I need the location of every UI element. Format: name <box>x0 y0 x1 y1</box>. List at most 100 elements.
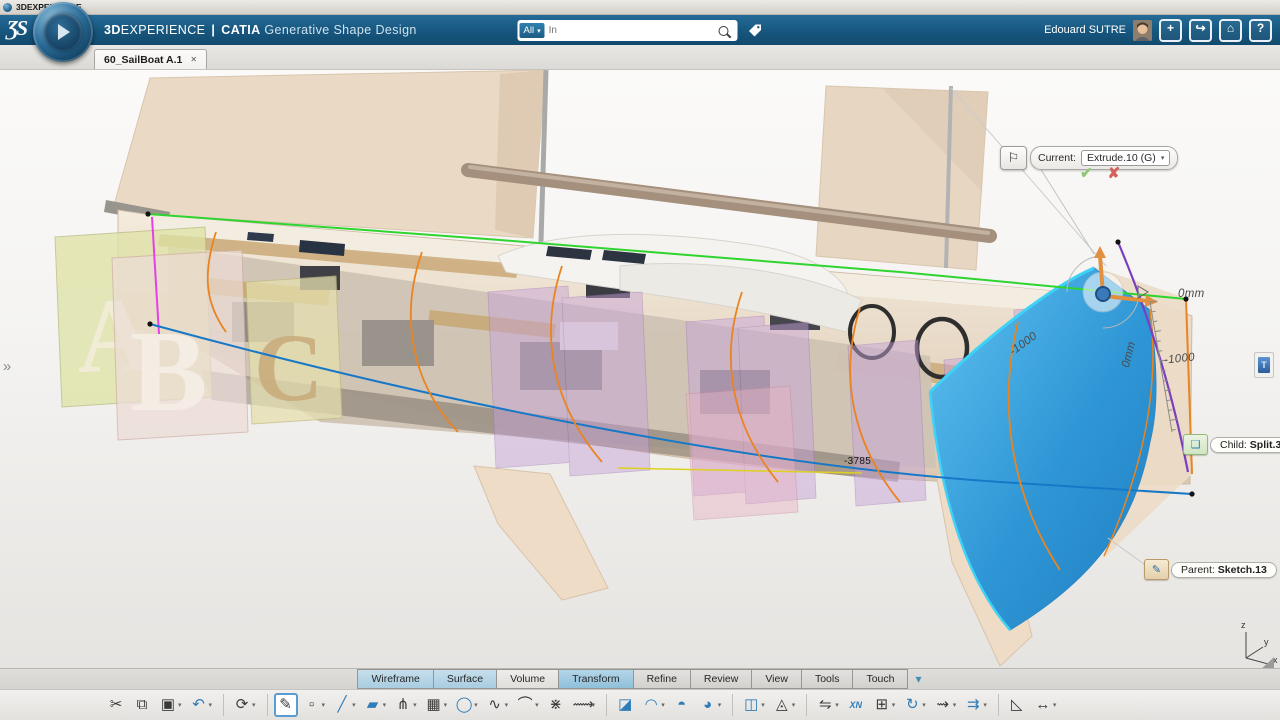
resize-grip[interactable] <box>1258 657 1274 668</box>
intersection-button[interactable]: ⋇ <box>544 693 568 717</box>
tab-wireframe[interactable]: Wireframe <box>357 669 433 689</box>
chevron-down-icon[interactable]: ▾ <box>835 701 839 709</box>
3d-compass[interactable] <box>33 2 93 62</box>
tab-view[interactable]: View <box>751 669 802 689</box>
confirm-icon[interactable]: ✔ <box>1080 164 1093 182</box>
brand-light: EXPERIENCE <box>121 23 206 37</box>
app-name: CATIA <box>221 23 260 37</box>
close-icon[interactable]: ✕ <box>190 55 197 64</box>
chevron-down-icon[interactable]: ▾ <box>209 701 213 709</box>
user-zone: Edouard SUTRE + ↪ ⌂ ? <box>1044 15 1272 45</box>
child-tag[interactable]: ❏ Child: Split.30 <box>1183 434 1280 455</box>
chevron-down-icon[interactable]: ▾ <box>983 701 987 709</box>
chevron-down-icon[interactable]: ▾ <box>383 701 387 709</box>
share-icon[interactable]: ↪ <box>1189 19 1212 42</box>
document-tab[interactable]: 60_SailBoat A.1 ✕ <box>94 49 207 69</box>
chevron-down-icon[interactable]: ▾ <box>892 701 896 709</box>
add-button[interactable]: + <box>1159 19 1182 42</box>
chevron-down-icon[interactable]: ▾ <box>474 701 478 709</box>
fill-surface-button[interactable]: ◓ <box>670 693 694 717</box>
pattern-button[interactable]: ⊞▾ <box>870 693 899 717</box>
station-dimension-label: -3785 <box>844 456 871 467</box>
chevron-down-icon[interactable]: ▾ <box>718 701 722 709</box>
parent-tag[interactable]: ✎ Parent: Sketch.13 <box>1144 559 1277 580</box>
chevron-down-icon[interactable]: ▾ <box>252 701 256 709</box>
viewport-3d[interactable]: A B C <box>0 70 1280 668</box>
tab-tools[interactable]: Tools <box>801 669 854 689</box>
left-panel-expander[interactable]: » <box>0 358 14 375</box>
chevron-down-icon[interactable]: ▾ <box>322 701 326 709</box>
right-panel-handle[interactable]: T <box>1254 352 1274 378</box>
select-flag-icon[interactable]: ⚐ <box>1000 146 1027 170</box>
undo-button[interactable]: ↶▾ <box>187 693 216 717</box>
tab-touch[interactable]: Touch <box>852 669 908 689</box>
app-title: 3DEXPERIENCE|CATIA Generative Shape Desi… <box>104 23 417 37</box>
chevron-down-icon[interactable]: ▾ <box>444 701 448 709</box>
cancel-icon[interactable]: ✘ <box>1108 164 1121 182</box>
search-input[interactable] <box>545 25 719 36</box>
search-zone: All ▾ <box>518 20 763 41</box>
join-button[interactable]: ◫▾ <box>739 693 768 717</box>
chevron-down-icon[interactable]: ▾ <box>661 701 665 709</box>
transform-button[interactable]: ⇉▾ <box>961 693 990 717</box>
play-icon <box>58 24 70 40</box>
law-button[interactable]: ◺ <box>1005 693 1029 717</box>
chevron-down-icon[interactable]: ▾ <box>178 701 182 709</box>
tab-refine[interactable]: Refine <box>633 669 691 689</box>
extrude-surface-button[interactable]: ◪ <box>613 693 637 717</box>
chevron-down-icon[interactable]: ▾ <box>592 701 596 709</box>
corner-button[interactable]: ⌒▾ <box>513 693 542 717</box>
chevron-down-icon: ▾ <box>537 27 541 35</box>
chevron-down-icon[interactable]: ▾ <box>792 701 796 709</box>
tab-overflow-button[interactable]: ▾ <box>915 673 921 685</box>
avatar[interactable] <box>1133 20 1152 41</box>
toolbar-separator <box>267 694 268 716</box>
axis-system-button[interactable]: ⋔▾ <box>391 693 420 717</box>
chevron-down-icon[interactable]: ▾ <box>535 701 539 709</box>
plane-button[interactable]: ▰▾ <box>361 693 390 717</box>
chevron-down-icon[interactable]: ▾ <box>953 701 957 709</box>
chevron-down-icon[interactable]: ▾ <box>505 701 509 709</box>
help-icon[interactable]: ? <box>1249 19 1272 42</box>
rotate-button[interactable]: ↻▾ <box>900 693 929 717</box>
section-letter-b: B <box>130 308 207 436</box>
tab-review[interactable]: Review <box>690 669 752 689</box>
chevron-down-icon[interactable]: ▾ <box>413 701 417 709</box>
sketch-button[interactable]: ✎ <box>274 693 298 717</box>
tab-transform[interactable]: Transform <box>558 669 633 689</box>
update-button[interactable]: ⟳▾ <box>230 693 259 717</box>
line-button[interactable]: ╱▾ <box>330 693 359 717</box>
measure-button[interactable]: ↔▾ <box>1031 693 1060 717</box>
grid-button[interactable]: ▦▾ <box>422 693 451 717</box>
leader-line <box>1108 538 1148 567</box>
tab-volume[interactable]: Volume <box>496 669 559 689</box>
search-bar[interactable]: All ▾ <box>518 20 738 41</box>
blend-surface-button[interactable]: ◕▾ <box>696 693 725 717</box>
projection-button[interactable]: ⟿▾ <box>570 693 599 717</box>
search-filter-dropdown[interactable]: All ▾ <box>520 23 545 38</box>
tag-icon[interactable] <box>748 23 763 38</box>
search-icon[interactable] <box>719 26 729 36</box>
cut-button[interactable]: ✂ <box>104 693 128 717</box>
sketch-feature-icon: ✎ <box>1144 559 1169 580</box>
spline-button[interactable]: ∿▾ <box>483 693 512 717</box>
healing-button[interactable]: ◬▾ <box>770 693 799 717</box>
document-tabstrip: 60_SailBoat A.1 ✕ <box>0 45 1280 70</box>
sweep-surface-button[interactable]: ◠▾ <box>639 693 668 717</box>
brand-bold: 3D <box>104 23 121 37</box>
chevron-down-icon[interactable]: ▾ <box>922 701 926 709</box>
chevron-down-icon[interactable]: ▾ <box>1053 701 1057 709</box>
copy-button[interactable]: ⧉ <box>130 693 154 717</box>
circle-button[interactable]: ◯▾ <box>452 693 481 717</box>
chevron-down-icon[interactable]: ▾ <box>352 701 356 709</box>
paste-button[interactable]: ▣▾ <box>156 693 185 717</box>
home-icon[interactable]: ⌂ <box>1219 19 1242 42</box>
point-button[interactable]: ▫▾ <box>300 693 329 717</box>
chevron-down-icon[interactable]: ▾ <box>761 701 765 709</box>
instantiate-xn-button[interactable]: XN <box>844 693 868 717</box>
confirm-controls: ✔ ✘ <box>1080 164 1120 182</box>
symmetry-button[interactable]: ⇋▾ <box>813 693 842 717</box>
section-plane-c[interactable]: C <box>246 276 342 424</box>
extrapolate-button[interactable]: ⇝▾ <box>931 693 960 717</box>
tab-surface[interactable]: Surface <box>433 669 497 689</box>
